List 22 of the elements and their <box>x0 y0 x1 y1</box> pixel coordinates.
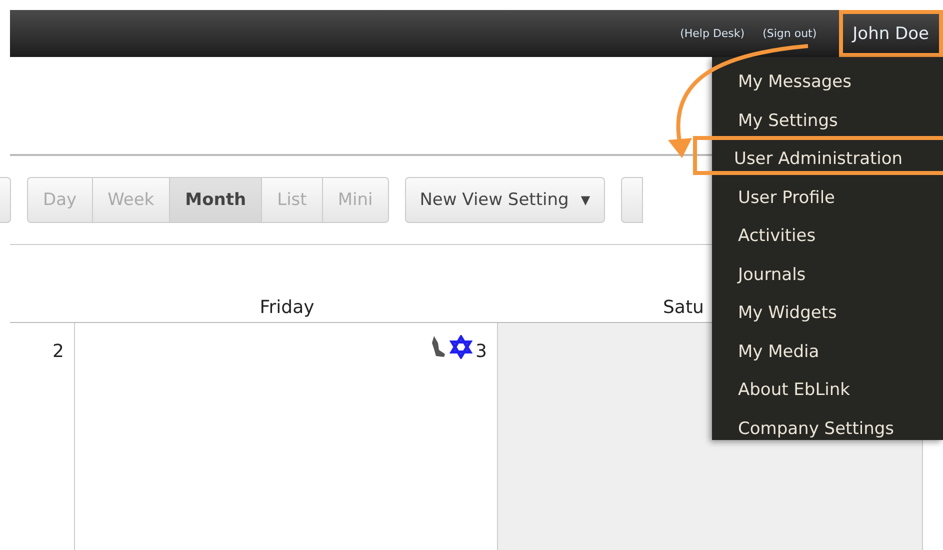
menu-item[interactable]: My Messages <box>712 59 943 98</box>
column-header: Friday <box>260 297 314 318</box>
toolbar-button[interactable] <box>0 177 11 223</box>
menu-item[interactable]: User Profile <box>712 174 943 213</box>
menu-item[interactable]: My Media <box>712 328 943 367</box>
menu-item[interactable]: User Administration <box>693 136 943 174</box>
user-menu-button[interactable]: John Doe <box>838 10 943 57</box>
header-link[interactable]: (Sign out) <box>762 27 817 40</box>
view-setting-dropdown[interactable]: New View Setting ▼ <box>404 177 606 223</box>
toolbar-button[interactable] <box>621 177 644 223</box>
day-number: 2 <box>52 341 64 362</box>
menu-item[interactable]: Activities <box>712 213 943 252</box>
header-link[interactable]: (Help Desk) <box>680 27 745 40</box>
menu-item[interactable]: Company Settings <box>712 406 943 444</box>
menu-item[interactable]: Journals <box>712 252 943 290</box>
menu-item[interactable]: My Widgets <box>712 290 943 328</box>
day-number: 3 <box>475 340 487 362</box>
column-header: Satu <box>663 297 704 318</box>
view-tab[interactable]: Month <box>170 177 262 223</box>
menu-item[interactable]: My Settings <box>712 98 943 136</box>
menu-item[interactable]: About EbLink <box>712 367 943 406</box>
hexagram-icon <box>449 335 474 359</box>
